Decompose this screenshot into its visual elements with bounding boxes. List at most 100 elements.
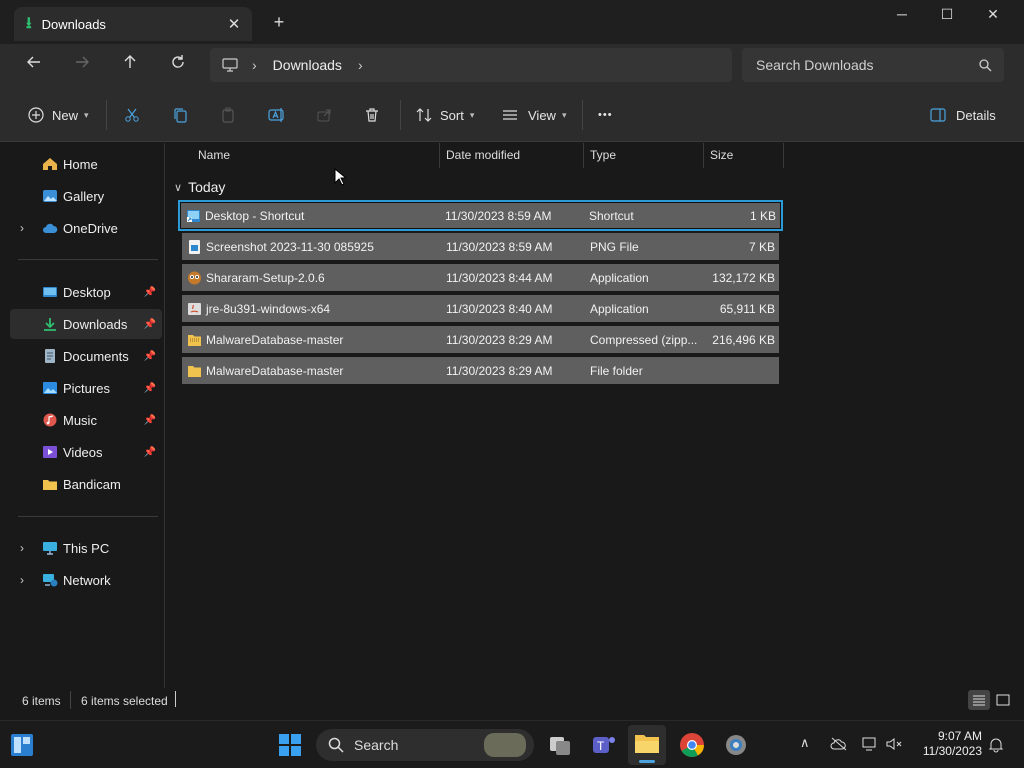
sort-button[interactable]: Sort ▾ <box>416 104 474 126</box>
file-type: Application <box>590 270 649 285</box>
back-button[interactable] <box>20 54 48 76</box>
sidebar-item-label: Documents <box>63 348 129 364</box>
paste-button[interactable] <box>220 104 236 126</box>
plus-circle-icon <box>28 107 44 123</box>
sidebar-item-downloads[interactable]: Downloads 📌 <box>10 309 162 339</box>
column-header-name[interactable]: Name <box>198 148 230 162</box>
refresh-button[interactable] <box>164 54 192 76</box>
column-divider[interactable] <box>703 143 704 168</box>
sidebar-item-onedrive[interactable]: › OneDrive <box>10 213 162 243</box>
maximize-button[interactable]: ☐ <box>927 6 967 26</box>
sidebar-item-this-pc[interactable]: › This PC <box>10 533 162 563</box>
computer-icon <box>43 542 57 555</box>
sidebar-item-network[interactable]: › Network <box>10 565 162 595</box>
download-icon: ⭳ <box>26 15 32 32</box>
share-button[interactable] <box>316 104 332 126</box>
delete-button[interactable] <box>364 104 380 126</box>
item-count: 6 items <box>22 694 61 708</box>
file-type: File folder <box>590 363 643 378</box>
pin-icon: 📌 <box>143 382 156 394</box>
list-view-icon <box>503 110 517 120</box>
file-row[interactable]: MalwareDatabase-master 11/30/2023 8:29 A… <box>182 357 779 384</box>
installer-icon <box>188 302 201 315</box>
column-divider[interactable] <box>783 143 784 168</box>
sidebar-item-videos[interactable]: Videos 📌 <box>10 437 162 467</box>
pin-icon: 📌 <box>143 318 156 330</box>
column-header-size[interactable]: Size <box>710 148 733 162</box>
copy-button[interactable] <box>172 104 188 126</box>
zip-folder-icon <box>188 334 201 346</box>
sidebar-item-pictures[interactable]: Pictures 📌 <box>10 373 162 403</box>
chevron-right-icon[interactable]: › <box>20 541 24 555</box>
file-row[interactable]: jre-8u391-windows-x64 11/30/2023 8:40 AM… <box>182 295 779 322</box>
sidebar-item-desktop[interactable]: Desktop 📌 <box>10 277 162 307</box>
volume-muted-icon[interactable] <box>886 737 904 751</box>
selected-count: 6 items selected <box>81 694 168 708</box>
view-button[interactable]: View ▾ <box>502 104 566 126</box>
chevron-up-icon[interactable]: ∧ <box>800 735 810 751</box>
music-icon <box>43 413 57 427</box>
file-row[interactable]: Shararam-Setup-2.0.6 11/30/2023 8:44 AM … <box>182 264 779 291</box>
taskbar-search[interactable]: Search <box>316 729 534 761</box>
teams-icon[interactable]: T <box>590 731 618 759</box>
details-label: Details <box>956 107 996 123</box>
search-highlight-image <box>484 733 526 757</box>
chevron-right-icon[interactable]: › <box>20 573 24 587</box>
address-row: › Downloads › Search Downloads <box>0 44 1024 86</box>
chevron-right-icon[interactable]: › <box>358 57 363 73</box>
search-input[interactable]: Search Downloads <box>742 48 1004 82</box>
clock[interactable]: 9:07 AM 11/30/2023 <box>910 729 982 759</box>
forward-button[interactable] <box>68 54 96 76</box>
sidebar-item-label: Desktop <box>63 284 111 300</box>
sidebar-item-gallery[interactable]: Gallery <box>10 181 162 211</box>
cloud-icon <box>43 223 58 233</box>
pin-icon: 📌 <box>143 446 156 458</box>
file-row[interactable]: Desktop - Shortcut 11/30/2023 8:59 AM Sh… <box>178 200 783 231</box>
details-pane-button[interactable]: Details <box>930 104 996 126</box>
tiles-view-toggle[interactable] <box>992 690 1014 710</box>
divider <box>18 259 158 260</box>
sort-icon <box>416 108 432 122</box>
rename-button[interactable] <box>268 104 286 126</box>
sidebar-item-bandicam[interactable]: Bandicam <box>10 469 162 499</box>
file-type: Shortcut <box>589 208 634 223</box>
settings-icon[interactable] <box>722 731 750 759</box>
file-row[interactable]: MalwareDatabase-master 11/30/2023 8:29 A… <box>182 326 779 353</box>
column-header-type[interactable]: Type <box>590 148 616 162</box>
more-options-button[interactable]: ••• <box>598 104 613 126</box>
new-button[interactable]: New ▾ <box>28 104 89 126</box>
search-icon <box>979 59 992 72</box>
chevron-down-icon: ▾ <box>84 109 89 120</box>
breadcrumb-downloads[interactable]: Downloads <box>273 57 342 73</box>
file-date: 11/30/2023 8:44 AM <box>446 270 553 285</box>
file-size: 132,172 KB <box>712 270 775 285</box>
sidebar-item-home[interactable]: Home <box>10 149 162 179</box>
onedrive-offline-icon[interactable] <box>830 737 848 751</box>
tab-downloads[interactable]: ⭳ Downloads ✕ <box>14 7 252 41</box>
group-header-today[interactable]: ∨ Today <box>174 179 225 195</box>
breadcrumb[interactable]: › Downloads › <box>210 48 732 82</box>
divider <box>175 691 176 707</box>
up-button[interactable] <box>116 54 144 76</box>
tab-close-icon[interactable]: ✕ <box>226 15 242 33</box>
file-row[interactable]: Screenshot 2023-11-30 085925 11/30/2023 … <box>182 233 779 260</box>
widgets-icon[interactable] <box>10 733 34 757</box>
start-icon[interactable] <box>278 733 302 757</box>
column-header-date[interactable]: Date modified <box>446 148 520 162</box>
column-divider[interactable] <box>583 143 584 168</box>
minimize-button[interactable]: ─ <box>882 6 922 26</box>
column-divider[interactable] <box>439 143 440 168</box>
folder-icon <box>188 365 201 377</box>
sidebar-item-documents[interactable]: Documents 📌 <box>10 341 162 371</box>
network-icon[interactable] <box>862 737 878 751</box>
sidebar-item-music[interactable]: Music 📌 <box>10 405 162 435</box>
notification-bell-icon[interactable] <box>988 737 1004 753</box>
chevron-right-icon[interactable]: › <box>20 221 24 235</box>
close-window-button[interactable]: ✕ <box>973 6 1013 26</box>
details-view-toggle[interactable] <box>968 690 990 710</box>
chrome-icon[interactable] <box>678 731 706 759</box>
file-explorer-taskbar-button[interactable] <box>628 725 666 765</box>
cut-button[interactable] <box>124 104 140 126</box>
task-view-icon[interactable] <box>546 731 574 759</box>
new-tab-button[interactable]: + <box>270 12 288 33</box>
